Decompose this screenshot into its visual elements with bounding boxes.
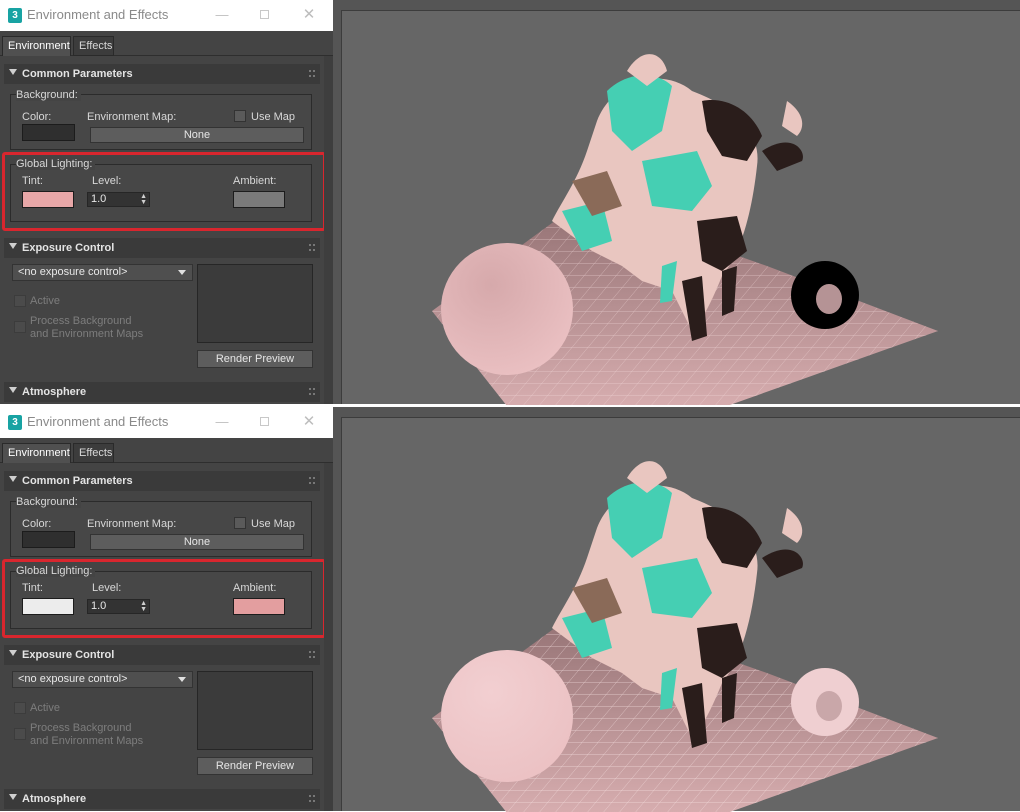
exposure-preview xyxy=(197,671,313,750)
maximize-icon[interactable] xyxy=(254,413,274,431)
render-preview-button[interactable]: Render Preview xyxy=(197,757,313,775)
tab-effects[interactable]: Effects xyxy=(73,443,114,463)
comparison-top: 3 Environment and Effects — ✕ Environmen… xyxy=(0,0,1020,405)
common-parameters-header[interactable]: Common Parameters xyxy=(4,64,320,84)
environment-map-label: Environment Map: xyxy=(87,518,177,530)
close-icon[interactable]: ✕ xyxy=(299,6,319,24)
exposure-control-dropdown[interactable]: <no exposure control> xyxy=(12,264,193,281)
active-label: Active xyxy=(30,702,60,714)
highlight-box xyxy=(2,559,326,638)
scene-render xyxy=(432,54,938,405)
process-background-label: Process Background xyxy=(30,722,132,734)
atmosphere-header[interactable]: Atmosphere xyxy=(4,789,320,809)
drag-grip-icon[interactable] xyxy=(309,795,315,802)
use-map-label: Use Map xyxy=(251,111,296,123)
drag-grip-icon[interactable] xyxy=(309,70,315,77)
exposure-preview xyxy=(197,264,313,343)
background-color-swatch[interactable] xyxy=(22,531,75,548)
active-label: Active xyxy=(30,295,60,307)
process-background-checkbox[interactable] xyxy=(14,728,26,740)
environment-map-button[interactable]: None xyxy=(90,127,304,143)
comparison-bottom: 3 Environment and Effects — ✕ Environmen… xyxy=(0,407,1020,812)
environment-effects-dialog: 3 Environment and Effects — ✕ Environmen… xyxy=(0,0,333,404)
tab-effects[interactable]: Effects xyxy=(73,36,114,56)
color-label: Color: xyxy=(22,111,52,123)
torus-hole xyxy=(816,691,842,721)
scene-render xyxy=(432,461,938,812)
drag-grip-icon[interactable] xyxy=(309,244,315,251)
background-color-swatch[interactable] xyxy=(22,124,75,141)
collapse-arrow-icon xyxy=(9,476,17,482)
viewport-frame xyxy=(341,10,1020,405)
exposure-control-header[interactable]: Exposure Control xyxy=(4,645,320,665)
use-map-label: Use Map xyxy=(251,518,296,530)
scrollbar[interactable] xyxy=(324,56,333,404)
drag-grip-icon[interactable] xyxy=(309,477,315,484)
chevron-down-icon xyxy=(178,270,186,275)
tab-environment[interactable]: Environment xyxy=(2,36,71,56)
exposure-control-header[interactable]: Exposure Control xyxy=(4,238,320,258)
environment-map-label: Environment Map: xyxy=(87,111,177,123)
drag-grip-icon[interactable] xyxy=(309,388,315,395)
window-title: Environment and Effects xyxy=(27,414,169,429)
exposure-control-dropdown[interactable]: <no exposure control> xyxy=(12,671,193,688)
collapse-arrow-icon xyxy=(9,794,17,800)
tab-environment[interactable]: Environment xyxy=(2,443,71,463)
chevron-down-icon xyxy=(178,677,186,682)
use-map-checkbox[interactable] xyxy=(234,110,246,122)
app-icon: 3 xyxy=(8,415,22,430)
common-parameters-header[interactable]: Common Parameters xyxy=(4,471,320,491)
viewport[interactable] xyxy=(333,407,1020,812)
drag-grip-icon[interactable] xyxy=(309,651,315,658)
environment-map-button[interactable]: None xyxy=(90,534,304,550)
collapse-arrow-icon xyxy=(9,650,17,656)
environment-effects-dialog: 3 Environment and Effects — ✕ Environmen… xyxy=(0,407,333,811)
active-checkbox[interactable] xyxy=(14,295,26,307)
atmosphere-header[interactable]: Atmosphere xyxy=(4,382,320,402)
viewport[interactable] xyxy=(333,0,1020,405)
highlight-box xyxy=(2,152,326,231)
sphere xyxy=(441,650,573,782)
background-group-label: Background: xyxy=(16,496,81,508)
tab-bar: Environment Effects xyxy=(0,31,333,56)
active-checkbox[interactable] xyxy=(14,702,26,714)
process-background-checkbox[interactable] xyxy=(14,321,26,333)
title-bar[interactable]: 3 Environment and Effects — ✕ xyxy=(0,407,333,438)
title-bar[interactable]: 3 Environment and Effects — ✕ xyxy=(0,0,333,31)
collapse-arrow-icon xyxy=(9,69,17,75)
process-background-label: Process Background xyxy=(30,315,132,327)
minimize-icon[interactable]: — xyxy=(212,413,232,431)
use-map-checkbox[interactable] xyxy=(234,517,246,529)
scrollbar[interactable] xyxy=(324,463,333,811)
sphere xyxy=(441,243,573,375)
maximize-icon[interactable] xyxy=(254,6,274,24)
color-label: Color: xyxy=(22,518,52,530)
torus-hole xyxy=(816,284,842,314)
minimize-icon[interactable]: — xyxy=(212,6,232,24)
collapse-arrow-icon xyxy=(9,387,17,393)
tab-bar: Environment Effects xyxy=(0,438,333,463)
process-background-label-line2: and Environment Maps xyxy=(30,735,144,747)
background-group-label: Background: xyxy=(16,89,81,101)
collapse-arrow-icon xyxy=(9,243,17,249)
close-icon[interactable]: ✕ xyxy=(299,413,319,431)
window-title: Environment and Effects xyxy=(27,7,169,22)
render-preview-button[interactable]: Render Preview xyxy=(197,350,313,368)
app-icon: 3 xyxy=(8,8,22,23)
viewport-frame xyxy=(341,417,1020,812)
process-background-label-line2: and Environment Maps xyxy=(30,328,144,340)
